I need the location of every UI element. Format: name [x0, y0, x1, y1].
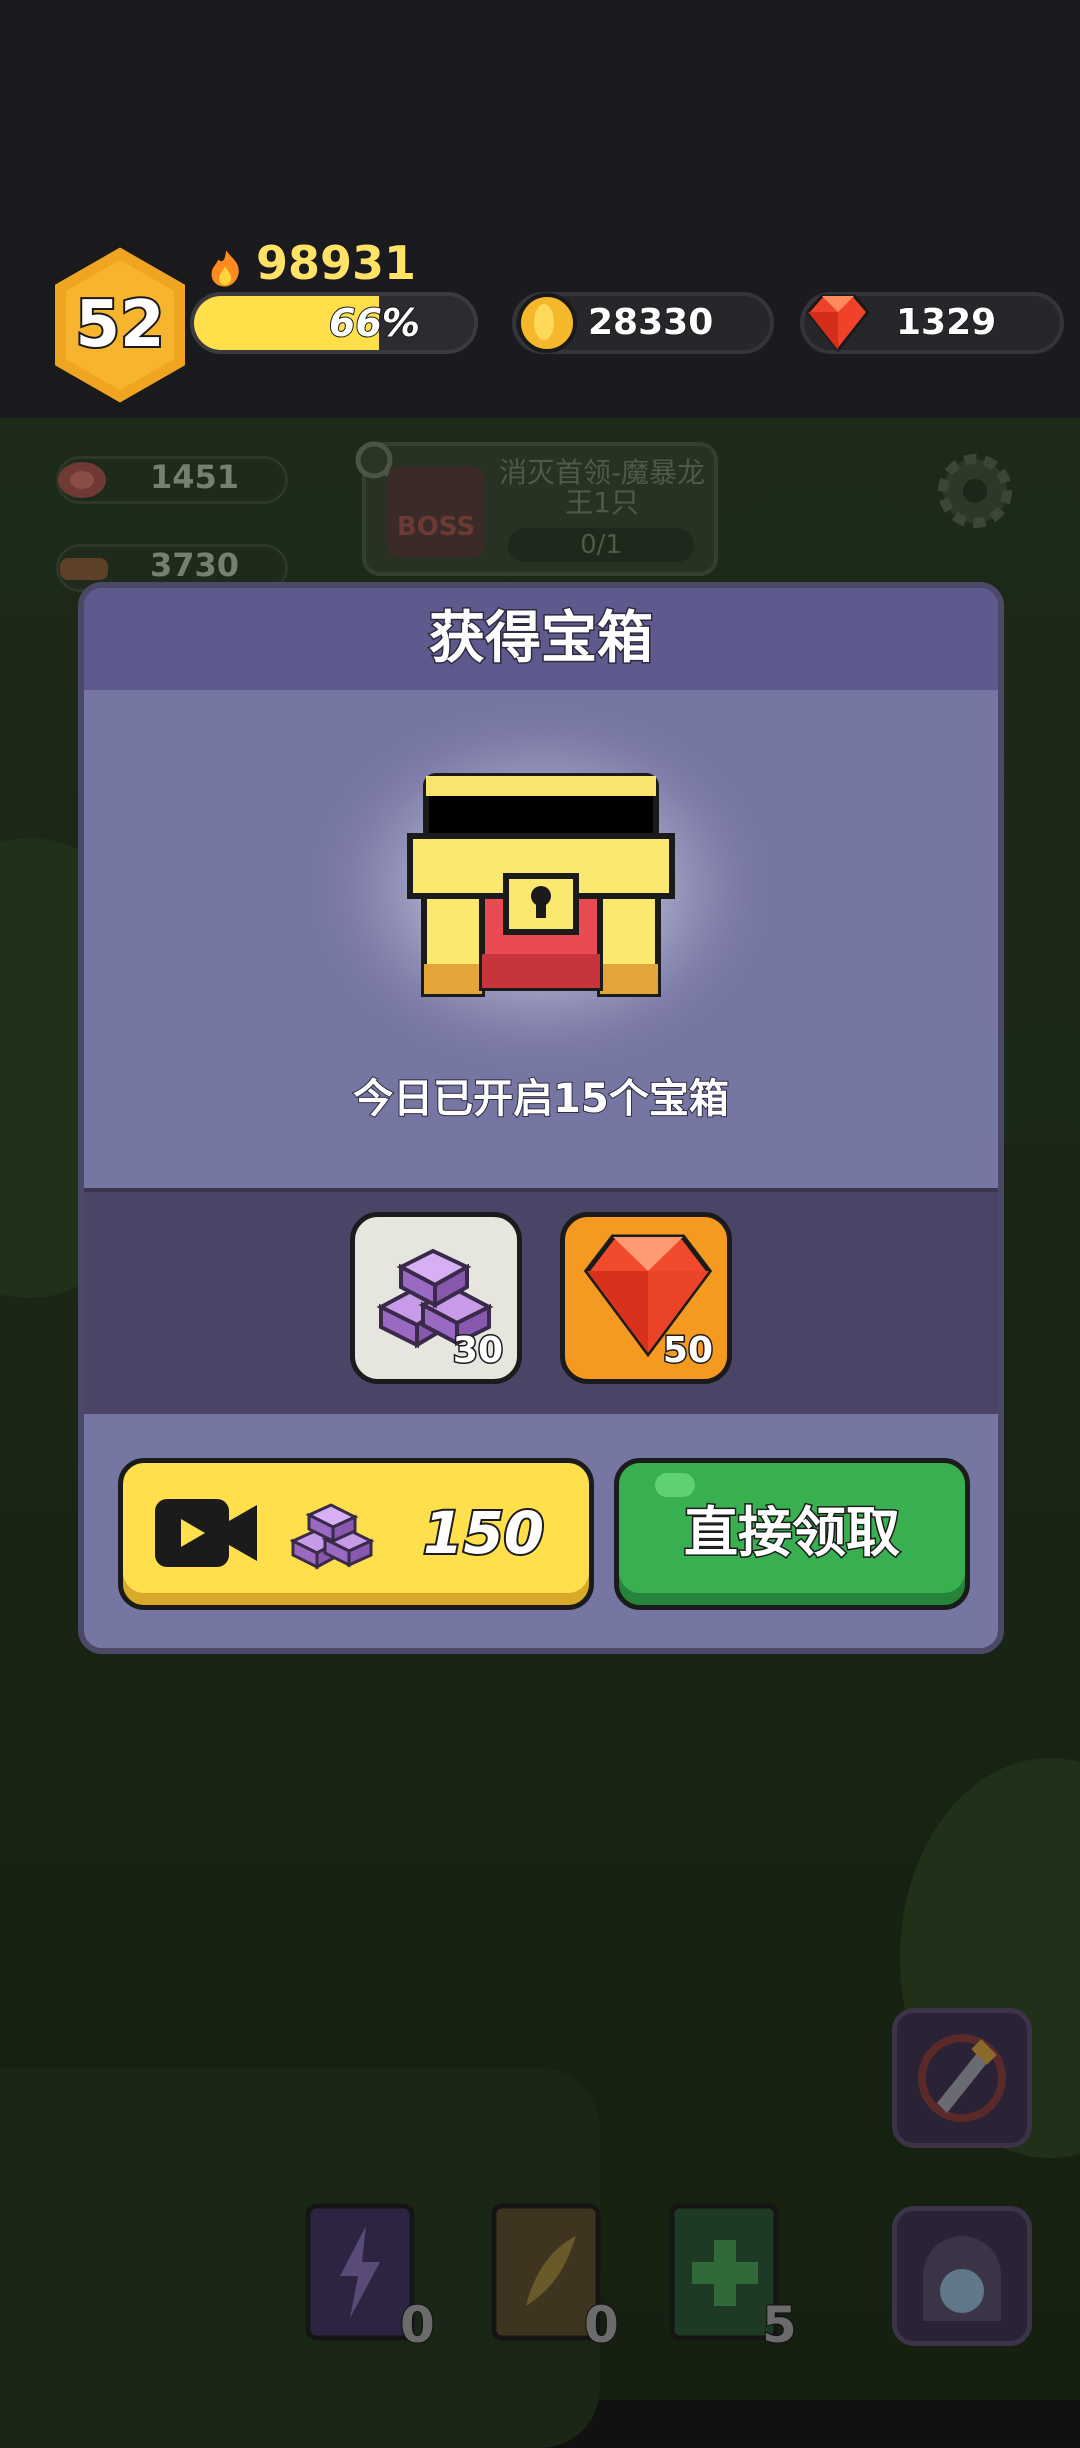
treasure-chest-icon	[407, 773, 675, 997]
xp-percent: 66%	[328, 300, 421, 346]
video-claim-amount: 150	[421, 1497, 546, 1569]
reward-card-red-gem[interactable]: 50	[560, 1212, 732, 1384]
power-value: 98931	[255, 235, 417, 291]
heal-book-count: 5	[761, 2295, 798, 2355]
direct-claim-label: 直接领取	[683, 1500, 902, 1566]
red-gem-icon	[806, 294, 870, 353]
battle-button[interactable]	[892, 2008, 1032, 2148]
boss-badge-label: BOSS	[396, 512, 476, 542]
video-camera-icon	[155, 1499, 257, 1567]
gold-value: 28330	[587, 301, 714, 344]
gold-coin-icon	[517, 293, 577, 353]
lightning-book-count: 0	[399, 2295, 436, 2355]
meat-value: 1451	[150, 458, 240, 496]
boss-quest-progress: 0/1	[580, 530, 622, 560]
reward-card-purple-ingot[interactable]: 30	[350, 1212, 522, 1384]
reward-count: 30	[451, 1329, 504, 1373]
dialog-title: 获得宝箱	[428, 605, 655, 673]
player-level: 52	[73, 286, 166, 364]
portal-icon	[923, 2236, 1001, 2321]
wing-book-count: 0	[583, 2295, 620, 2355]
direct-claim-button[interactable]: 直接领取	[614, 1458, 970, 1610]
flame-icon	[208, 244, 242, 290]
purple-ingot-icon	[289, 1503, 375, 1570]
wood-value: 3730	[150, 546, 240, 584]
portal-button[interactable]	[892, 2206, 1032, 2346]
chests-opened-today-text: 今日已开启15个宝箱	[352, 1075, 730, 1123]
gear-icon[interactable]	[930, 446, 1020, 536]
reward-items-band: 30 50	[84, 1188, 998, 1414]
watch-video-claim-button[interactable]: 150	[118, 1458, 594, 1610]
sword-icon	[918, 2034, 1006, 2122]
meat-icon	[58, 462, 106, 498]
gem-value: 1329	[895, 301, 997, 344]
chest-reward-dialog: 获得宝箱 今日已开启15个宝箱 30 50 150 直接领取	[78, 582, 1004, 1654]
reward-count: 50	[661, 1329, 714, 1373]
boss-quest-text: 消灭首领-魔暴龙王1只	[498, 456, 706, 519]
